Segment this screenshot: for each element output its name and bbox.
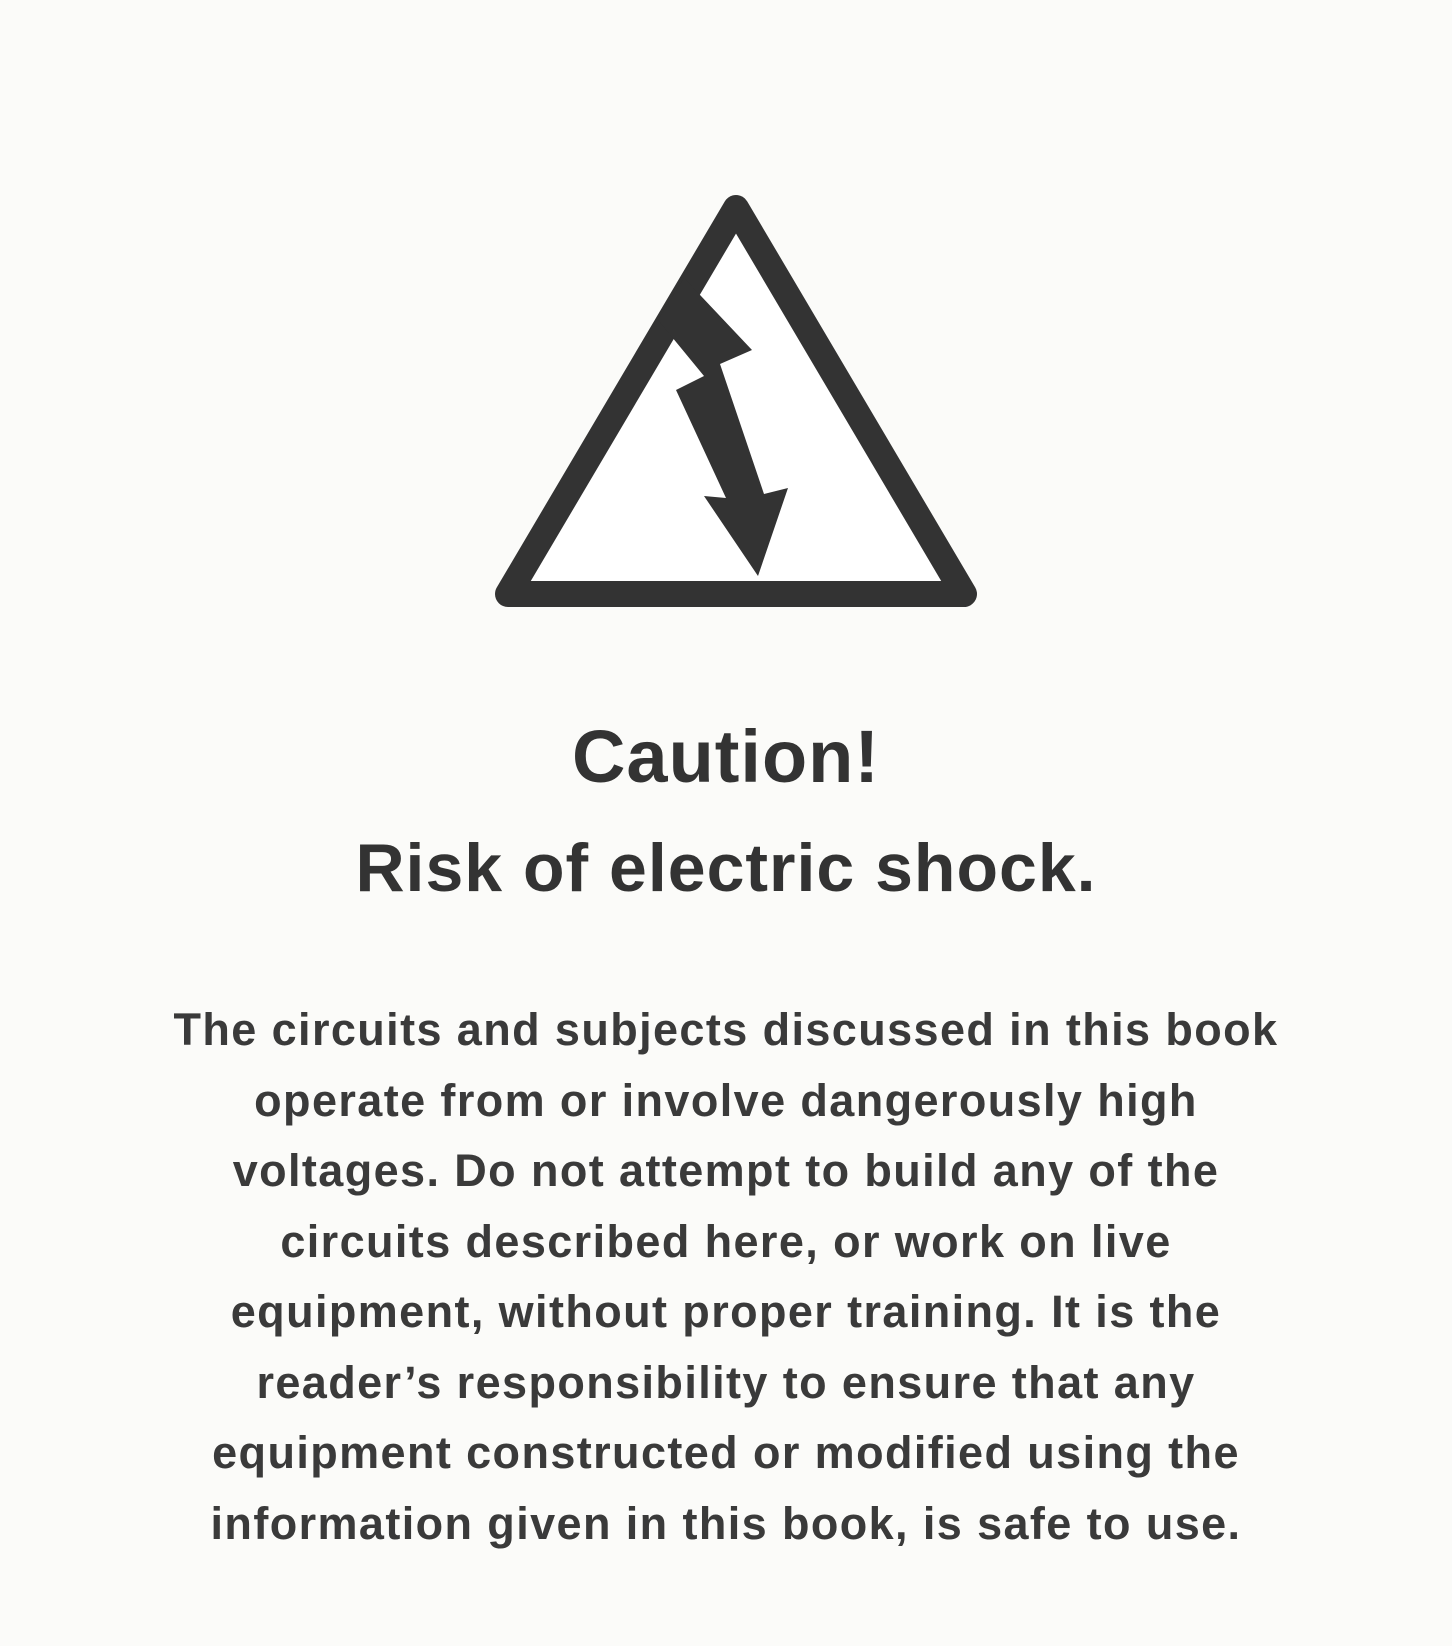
notice-line: circuits described here, or work on live [280, 1215, 1172, 1267]
notice-line: reader’s responsibility to ensure that a… [256, 1356, 1196, 1408]
high-voltage-warning-icon [495, 195, 977, 607]
notice-line: equipment, without proper training. It i… [230, 1286, 1222, 1337]
page: Caution! Risk of electric shock. The cir… [0, 0, 1452, 1646]
notice-line: The circuits and subjects discussed in t… [173, 1004, 1279, 1055]
safety-notice: The circuits and subjects discussed in t… [60, 995, 1392, 1559]
notice-line: information given in this book, is safe … [210, 1497, 1242, 1549]
risk-subtitle: Risk of electric shock. [355, 830, 1097, 906]
notice-line: voltages. Do not attempt to build any of… [232, 1145, 1220, 1196]
notice-line: equipment constructed or modified using … [212, 1427, 1240, 1478]
caution-title: Caution! [571, 715, 881, 798]
notice-line: operate from or involve dangerously high [254, 1074, 1198, 1126]
